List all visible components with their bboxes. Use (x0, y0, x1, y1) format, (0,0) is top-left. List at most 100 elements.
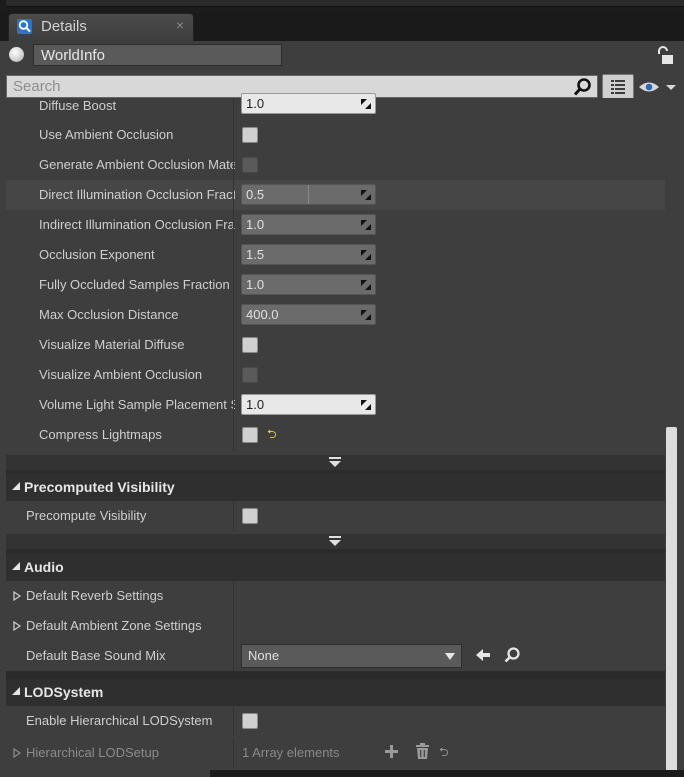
chevron-down-icon (329, 457, 341, 467)
property-label: Diffuse Boost (39, 98, 117, 113)
trash-icon[interactable] (415, 743, 430, 760)
property-label: Fully Occluded Samples Fraction (39, 277, 230, 292)
property-row-enable-hierarchical-lodsystem: Enable Hierarchical LODSystem (6, 706, 665, 736)
field-value: 1.0 (246, 397, 265, 412)
drag-handle-icon[interactable] (361, 190, 371, 200)
property-label: Visualize Ambient Occlusion (39, 367, 203, 382)
category-title: Audio (24, 559, 64, 575)
property-label: Default Reverb Settings (26, 588, 164, 603)
property-row-direct-illumination-occlusion: Direct Illumination Occlusion Fraction 0… (6, 180, 665, 210)
expand-triangle-icon[interactable] (13, 621, 21, 631)
category-gap (6, 671, 665, 679)
property-row-generate-ao-mask: Generate Ambient Occlusion Material Mask (6, 150, 665, 180)
slider-fill-marker (308, 185, 309, 204)
use-ambient-occlusion-checkbox[interactable] (242, 127, 258, 143)
expand-triangle-icon[interactable] (13, 591, 21, 601)
property-row-default-reverb-settings[interactable]: Default Reverb Settings (6, 581, 665, 611)
tab-title: Details (41, 18, 87, 35)
drag-handle-icon[interactable] (361, 250, 371, 260)
grid-icon (611, 80, 625, 94)
property-row-volume-light-sample-placement: Volume Light Sample Placement Scale 1.0 (6, 390, 665, 420)
indirect-illumination-occlusion-field[interactable]: 1.0 (241, 214, 376, 235)
tab-details[interactable]: Details × (8, 13, 194, 41)
drag-handle-icon[interactable] (361, 310, 371, 320)
object-name-field[interactable]: WorldInfo (33, 44, 282, 66)
category-lodsystem[interactable]: LODSystem (6, 679, 665, 706)
visualize-material-diffuse-checkbox[interactable] (242, 337, 258, 353)
enable-hierarchical-lod-checkbox[interactable] (242, 713, 258, 729)
reset-to-default-icon[interactable]: ⮌ (439, 743, 449, 764)
property-label: Direct Illumination Occlusion Fraction (39, 187, 235, 202)
details-icon (17, 19, 32, 34)
drag-handle-icon[interactable] (361, 99, 371, 109)
property-row-occlusion-exponent: Occlusion Exponent 1.5 (6, 240, 665, 270)
property-label: Max Occlusion Distance (39, 307, 179, 322)
reset-to-default-icon[interactable]: ⮌ (267, 425, 277, 446)
property-label: Hierarchical LODSetup (26, 745, 159, 760)
field-value: 1.5 (246, 247, 265, 262)
property-label: Occlusion Exponent (39, 247, 155, 262)
property-label: Generate Ambient Occlusion Material Mask (39, 157, 235, 172)
drag-handle-icon[interactable] (361, 280, 371, 290)
property-row-visualize-ambient-occlusion: Visualize Ambient Occlusion (6, 360, 665, 390)
browse-search-icon[interactable] (503, 646, 521, 664)
property-row-indirect-illumination-occlusion: Indirect Illumination Occlusion Fraction… (6, 210, 665, 240)
chevron-down-icon (445, 653, 455, 660)
property-row-max-occlusion-distance: Max Occlusion Distance 400.0 (6, 300, 665, 330)
property-label: Compress Lightmaps (39, 427, 162, 442)
array-count: 1 Array elements (242, 745, 340, 760)
compress-lightmaps-checkbox[interactable] (242, 427, 258, 443)
property-label: Indirect Illumination Occlusion Fraction (39, 217, 235, 232)
category-audio[interactable]: Audio (6, 554, 665, 581)
property-row-visualize-material-diffuse: Visualize Material Diffuse (6, 330, 665, 360)
property-label: Use Ambient Occlusion (39, 127, 174, 142)
property-row-fully-occluded-samples: Fully Occluded Samples Fraction 1.0 (6, 270, 665, 300)
generate-ao-mask-checkbox[interactable] (242, 157, 258, 173)
property-label: Precompute Visibility (26, 508, 147, 523)
property-label: Volume Light Sample Placement Scale (39, 397, 235, 412)
expand-triangle-icon[interactable] (13, 748, 21, 758)
occlusion-exponent-field[interactable]: 1.5 (241, 244, 376, 265)
drag-handle-icon[interactable] (361, 220, 371, 230)
visualize-ambient-occlusion-checkbox[interactable] (242, 367, 258, 383)
search-icon[interactable] (573, 77, 593, 97)
category-title: Precomputed Visibility (24, 479, 175, 495)
direct-illumination-occlusion-field[interactable]: 0.5 (241, 184, 376, 205)
property-label: Enable Hierarchical LODSystem (26, 713, 213, 728)
field-value: 1.0 (246, 217, 265, 232)
base-sound-mix-dropdown[interactable]: None (241, 644, 462, 668)
top-strip (0, 0, 684, 13)
eye-icon[interactable] (637, 78, 679, 96)
property-row-precompute-visibility: Precompute Visibility (6, 501, 665, 531)
property-row-use-ambient-occlusion: Use Ambient Occlusion (6, 120, 665, 150)
fully-occluded-samples-field[interactable]: 1.0 (241, 274, 376, 295)
category-precomputed-visibility[interactable]: Precomputed Visibility (6, 474, 665, 501)
use-selected-arrow-icon[interactable] (474, 646, 492, 664)
diffuse-boost-field[interactable]: 1.0 (241, 93, 376, 114)
property-label: Default Base Sound Mix (26, 648, 166, 663)
collapse-triangle-icon (12, 687, 20, 695)
property-row-compress-lightmaps: Compress Lightmaps ⮌ (6, 420, 665, 450)
tab-close-button[interactable]: × (176, 17, 184, 33)
field-value: 400.0 (246, 307, 279, 322)
category-title: LODSystem (24, 684, 104, 700)
volume-light-sample-placement-field[interactable]: 1.0 (241, 394, 376, 415)
drag-handle-icon[interactable] (361, 400, 371, 410)
property-label: Default Ambient Zone Settings (26, 618, 202, 633)
property-row-default-ambient-zone-settings[interactable]: Default Ambient Zone Settings (6, 611, 665, 641)
max-occlusion-distance-field[interactable]: 400.0 (241, 304, 376, 325)
precompute-visibility-checkbox[interactable] (242, 508, 258, 524)
dropdown-value: None (248, 648, 280, 663)
scrollbar-thumb[interactable] (666, 427, 677, 777)
property-label: Visualize Material Diffuse (39, 337, 185, 352)
lock-icon[interactable] (655, 45, 675, 65)
property-row-hierarchical-lodsetup[interactable]: Hierarchical LODSetup 1 Array elements ⮌ (6, 738, 665, 768)
add-element-icon[interactable] (384, 744, 399, 759)
field-value: 1.0 (246, 96, 265, 111)
advanced-expander[interactable] (6, 455, 665, 470)
bottom-strip (210, 770, 684, 777)
property-matrix-button[interactable] (602, 74, 634, 100)
advanced-expander[interactable] (6, 534, 665, 549)
property-row-default-base-sound-mix: Default Base Sound Mix None (6, 641, 665, 671)
field-value: 0.5 (246, 187, 265, 202)
